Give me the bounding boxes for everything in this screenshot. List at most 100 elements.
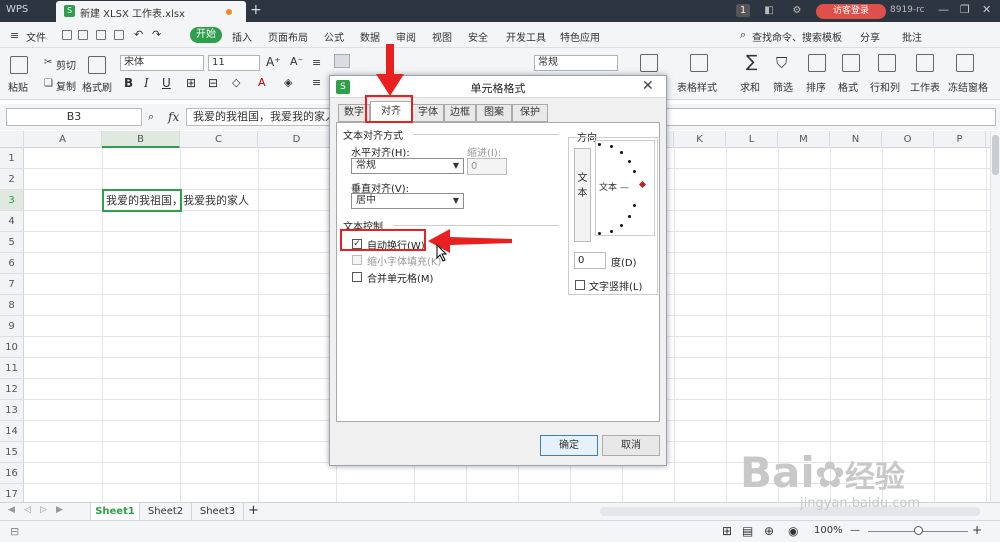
copy-button[interactable]: 复制 (56, 78, 76, 93)
scroll-thumb[interactable] (992, 135, 999, 175)
font-grow-icon[interactable]: A⁺ (266, 55, 281, 69)
underline-icon[interactable]: U (162, 76, 171, 90)
eye-protection-icon[interactable]: ◉ (788, 524, 798, 538)
cell-b3[interactable]: 我爱的我祖国， (102, 189, 183, 212)
command-search[interactable]: 查找命令、搜索模板 (752, 29, 842, 44)
share-button[interactable]: 分享 (860, 29, 880, 44)
vertical-text-button[interactable]: 文本 (574, 148, 591, 242)
guest-login-button[interactable]: 访客登录 (816, 4, 886, 19)
row-header-3[interactable]: 3 (0, 190, 24, 211)
save-icon[interactable] (62, 30, 72, 40)
row-header-6[interactable]: 6 (0, 253, 24, 274)
indent-spinner[interactable]: 0 (467, 158, 507, 175)
tab-font[interactable]: 字体 (412, 104, 444, 122)
sheet-tab-1[interactable]: Sheet1 (90, 503, 140, 520)
hamburger-icon[interactable]: ≡ (10, 29, 19, 42)
tab-protection[interactable]: 保护 (512, 104, 548, 122)
column-header-n[interactable]: N (830, 131, 882, 148)
redo-icon[interactable]: ↷ (152, 28, 161, 41)
table-style-icon[interactable] (690, 54, 708, 72)
column-header-o[interactable]: O (882, 131, 934, 148)
menu-view[interactable]: 视图 (432, 29, 452, 44)
vertical-scrollbar[interactable] (990, 131, 1000, 502)
settings-icon[interactable]: ⚙ (790, 4, 804, 17)
align-middle-icon[interactable] (334, 54, 350, 68)
degree-spinner[interactable]: 0 (574, 252, 606, 269)
zoom-in-icon[interactable]: + (972, 523, 982, 537)
page-break-view-icon[interactable]: ⊕ (764, 524, 774, 538)
menu-review[interactable]: 审阅 (396, 29, 416, 44)
font-shrink-icon[interactable]: A⁻ (290, 55, 303, 68)
sheet-nav-prev-icon[interactable]: ◁ (24, 505, 31, 515)
name-box[interactable]: B3 (6, 108, 142, 126)
row-header-14[interactable]: 14 (0, 421, 24, 442)
sheet-tab-3[interactable]: Sheet3 (192, 503, 244, 520)
page-layout-view-icon[interactable]: ▤ (742, 524, 753, 538)
merge-cells-label[interactable]: 合并单元格(M) (367, 270, 433, 285)
orientation-dial[interactable]: 文本 — (595, 140, 655, 236)
sheet-tab-2[interactable]: Sheet2 (140, 503, 192, 520)
select-all-corner[interactable] (0, 131, 24, 148)
sheet-nav-last-icon[interactable]: ▶ (56, 505, 63, 515)
zoom-level[interactable]: 100% (814, 525, 843, 536)
worksheet-button[interactable]: 工作表 (910, 79, 940, 94)
document-tab[interactable]: S 新建 XLSX 工作表.xlsx (56, 1, 246, 22)
column-header-l[interactable]: L (726, 131, 778, 148)
row-col-button[interactable]: 行和列 (870, 79, 900, 94)
maximize-icon[interactable]: ❐ (960, 3, 970, 16)
row-header-4[interactable]: 4 (0, 211, 24, 232)
column-header-b[interactable]: B (102, 131, 180, 148)
cancel-button[interactable]: 取消 (602, 435, 660, 456)
row-header-9[interactable]: 9 (0, 316, 24, 337)
minimize-icon[interactable]: — (938, 3, 949, 16)
fx-icon[interactable]: fx (168, 110, 179, 124)
orientation-handle-icon[interactable] (638, 180, 647, 189)
clear-icon[interactable]: ◈ (284, 76, 292, 89)
skin-icon[interactable]: ◧ (762, 4, 776, 17)
font-name-select[interactable]: 宋体 (120, 55, 204, 71)
zoom-icon[interactable]: ⌕ (148, 110, 154, 124)
paste-icon[interactable] (10, 56, 28, 74)
horizontal-align-select[interactable]: 常规 ▼ (351, 158, 464, 174)
row-header-13[interactable]: 13 (0, 400, 24, 421)
menu-insert[interactable]: 插入 (232, 29, 252, 44)
column-header-c[interactable]: C (180, 131, 258, 148)
close-window-icon[interactable]: ✕ (982, 3, 991, 16)
sheet-nav-next-icon[interactable]: ▷ (40, 505, 47, 515)
menu-file[interactable]: 文件 (26, 29, 46, 44)
vertical-text-checkbox[interactable] (575, 280, 585, 290)
column-header-k[interactable]: K (674, 131, 726, 148)
sum-button[interactable]: 求和 (740, 79, 760, 94)
sort-button[interactable]: 排序 (806, 79, 826, 94)
normal-view-icon[interactable]: ⊞ (722, 524, 732, 538)
row-header-12[interactable]: 12 (0, 379, 24, 400)
paste-label[interactable]: 粘贴 (8, 79, 28, 94)
shrink-fit-label[interactable]: 缩小字体填充(K) (367, 253, 441, 268)
menu-page-layout[interactable]: 页面布局 (268, 29, 308, 44)
format-painter-icon[interactable] (88, 56, 106, 74)
column-header-m[interactable]: M (778, 131, 830, 148)
menu-formula[interactable]: 公式 (324, 29, 344, 44)
row-header-11[interactable]: 11 (0, 358, 24, 379)
undo-icon[interactable]: ↶ (134, 28, 143, 41)
row-header-2[interactable]: 2 (0, 169, 24, 190)
row-header-15[interactable]: 15 (0, 442, 24, 463)
row-header-16[interactable]: 16 (0, 463, 24, 484)
row-header-10[interactable]: 10 (0, 337, 24, 358)
table-style-button[interactable]: 表格样式 (677, 79, 717, 94)
ok-button[interactable]: 确定 (540, 435, 598, 456)
open-icon[interactable] (78, 30, 88, 40)
row-header-7[interactable]: 7 (0, 274, 24, 295)
fill-color-icon[interactable]: ◇ (232, 76, 240, 89)
align-left-icon[interactable]: ≡ (312, 76, 321, 89)
cell-c3[interactable]: 我爱我的家人 (183, 192, 249, 208)
new-tab-plus-icon[interactable]: + (250, 2, 262, 18)
shrink-fit-checkbox[interactable] (352, 255, 362, 265)
bold-icon[interactable]: B (124, 76, 133, 90)
row-header-5[interactable]: 5 (0, 232, 24, 253)
format-button[interactable]: 格式 (838, 79, 858, 94)
comment-button[interactable]: 批注 (902, 29, 922, 44)
tab-border[interactable]: 边框 (444, 104, 476, 122)
column-header-d[interactable]: D (258, 131, 336, 148)
preview-icon[interactable] (114, 30, 124, 40)
